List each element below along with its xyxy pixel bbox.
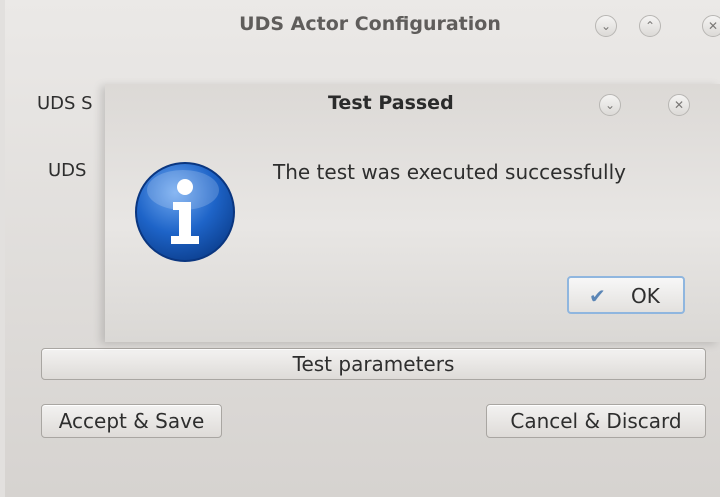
chevron-down-icon: ⌄ bbox=[604, 98, 616, 112]
ok-label: OK bbox=[631, 284, 660, 308]
dialog-message: The test was executed successfully bbox=[273, 160, 626, 184]
dialog-minimize-button[interactable]: ⌄ bbox=[599, 94, 621, 116]
cancel-discard-button[interactable]: Cancel & Discard bbox=[486, 404, 706, 438]
accept-save-button[interactable]: Accept & Save bbox=[41, 404, 222, 438]
uds-label: UDS bbox=[48, 160, 87, 181]
main-titlebar[interactable]: UDS Actor Configuration ⌄ ⌃ ✕ bbox=[5, 0, 720, 55]
chevron-down-icon: ⌄ bbox=[600, 19, 612, 33]
close-icon: ✕ bbox=[707, 19, 719, 33]
dialog-title: Test Passed bbox=[328, 92, 454, 114]
minimize-button[interactable]: ⌄ bbox=[595, 15, 617, 37]
maximize-button[interactable]: ⌃ bbox=[639, 15, 661, 37]
checkmark-icon: ✔ bbox=[589, 284, 606, 308]
close-icon: ✕ bbox=[673, 98, 685, 112]
dialog-close-button[interactable]: ✕ bbox=[668, 94, 690, 116]
test-parameters-button[interactable]: Test parameters bbox=[41, 348, 706, 380]
close-button[interactable]: ✕ bbox=[702, 15, 720, 37]
test-passed-dialog: Test Passed ⌄ ✕ The test was executed su… bbox=[105, 84, 720, 342]
information-icon bbox=[135, 162, 235, 262]
server-label: UDS S bbox=[37, 93, 93, 114]
ok-button[interactable]: ✔ OK bbox=[567, 276, 685, 314]
chevron-up-icon: ⌃ bbox=[644, 19, 656, 33]
